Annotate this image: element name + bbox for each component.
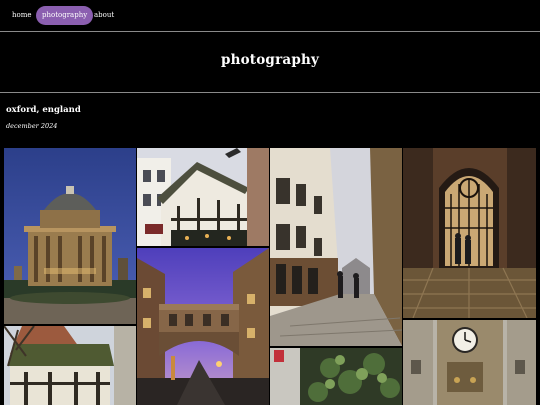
nav-about[interactable]: about	[88, 6, 120, 25]
tudor-street-photo[interactable]	[137, 148, 269, 246]
clock-tower-photo[interactable]	[403, 320, 536, 405]
album-title: oxford, england	[6, 105, 81, 115]
radcliffe-camera-photo[interactable]	[4, 148, 136, 324]
bridge-of-sighs-photo[interactable]	[137, 248, 269, 405]
narrow-lane-photo[interactable]	[270, 148, 402, 346]
college-gate-photo[interactable]	[403, 148, 536, 318]
top-nav: home photography about	[0, 0, 540, 31]
nav-photography[interactable]: photography	[36, 6, 94, 25]
nav-home[interactable]: home	[6, 6, 38, 25]
divider	[0, 31, 540, 32]
album-date: december 2024	[6, 122, 58, 130]
page-title: photography	[220, 52, 320, 68]
ivy-photo[interactable]	[270, 348, 402, 405]
divider	[0, 92, 540, 93]
cottage-photo[interactable]	[4, 326, 136, 405]
photo-gallery	[4, 148, 536, 405]
